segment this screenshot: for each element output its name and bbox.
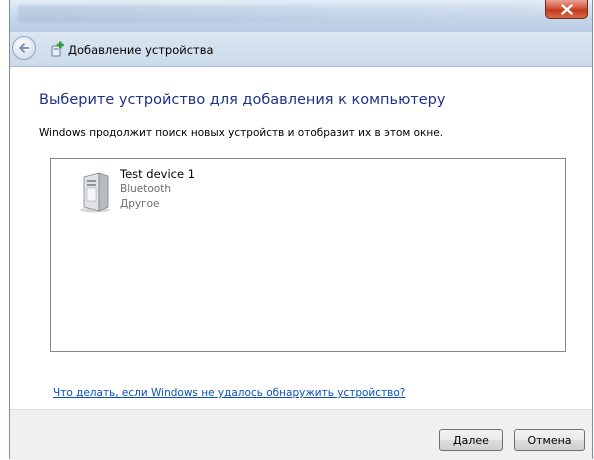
help-link[interactable]: Что делать, если Windows не удалось обна… [53,387,405,399]
blurred-background-strip [18,5,538,23]
device-item[interactable]: Test device 1 Bluetooth Другое [78,167,248,217]
device-connection: Bluetooth [120,183,171,195]
device-name: Test device 1 [120,167,196,181]
back-arrow-icon [19,43,29,53]
info-text: Windows продолжит поиск новых устройств … [39,127,444,139]
title-bar [10,0,592,32]
cancel-button[interactable]: Отмена [514,429,585,451]
back-button[interactable] [12,36,36,60]
next-button[interactable]: Далее [439,429,503,451]
device-list[interactable]: Test device 1 Bluetooth Другое [50,158,566,352]
next-label: алее [461,433,489,447]
wizard-header: Добавление устройства [10,32,592,67]
close-icon [560,3,573,15]
next-accel-letter: Д [453,433,462,447]
wizard-content: Выберите устройство для добавления к ком… [10,67,592,409]
wizard-window: Добавление устройства Выберите устройств… [9,0,593,460]
close-button[interactable] [545,0,588,19]
device-category: Другое [120,198,160,210]
add-device-icon [51,41,64,57]
pc-tower-icon [80,172,110,213]
button-bar: Далее Отмена [10,409,592,460]
wizard-title: Добавление устройства [68,43,214,57]
page-heading: Выберите устройство для добавления к ком… [39,92,446,108]
